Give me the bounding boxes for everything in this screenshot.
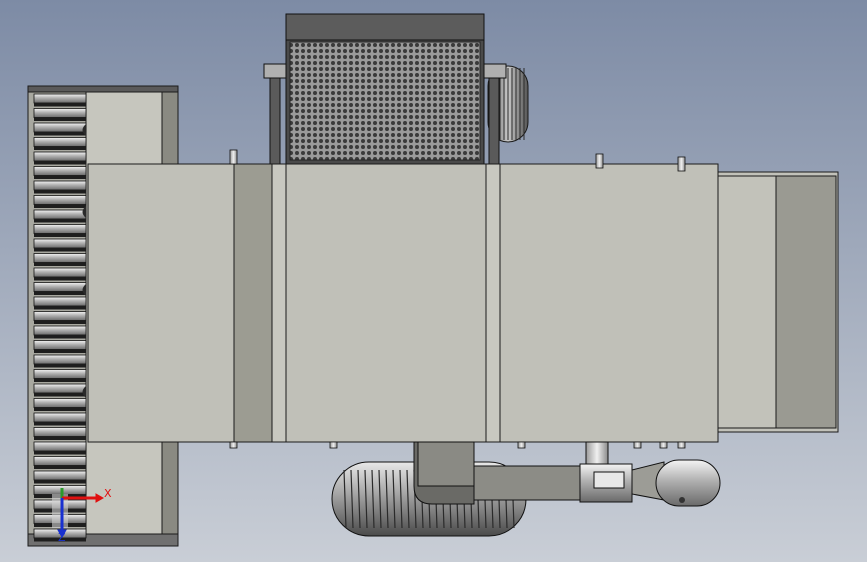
hopper[interactable]: [285, 13, 485, 165]
comb-tooth: [33, 108, 87, 118]
bottom-pin: [633, 441, 642, 449]
comb-tooth: [33, 383, 87, 394]
comb-gap: [34, 175, 86, 179]
comb-gap: [34, 407, 86, 411]
comb-tooth: [33, 180, 87, 191]
comb-gap: [34, 349, 86, 353]
bottom-pin: [659, 441, 668, 449]
comb-teeth: [33, 93, 87, 542]
bottom-pin: [229, 441, 238, 449]
comb-gap: [34, 146, 86, 150]
bottom-pin: [517, 441, 526, 449]
left-bracket: [263, 63, 287, 79]
axis-x-label: X: [104, 487, 112, 500]
right-bracket: [483, 63, 507, 79]
model-view[interactable]: [0, 0, 867, 562]
comb-gap: [34, 277, 86, 281]
comb-tooth: [33, 166, 87, 176]
top-pin: [677, 156, 686, 172]
comb-tooth: [33, 209, 87, 220]
motor-housing: [417, 441, 475, 487]
body-band: [233, 163, 273, 443]
comb-tooth: [33, 398, 87, 408]
comb-gap: [34, 117, 86, 121]
discharge-chute[interactable]: [717, 171, 839, 433]
comb-gap: [34, 451, 86, 455]
comb-gap: [34, 190, 86, 194]
comb-tooth: [33, 238, 87, 249]
comb-tooth: [33, 427, 87, 437]
body-left-section: [87, 163, 235, 443]
comb-gap: [34, 306, 86, 310]
comb-gap: [34, 161, 86, 165]
comb-tooth: [33, 282, 87, 292]
comb-gap: [34, 436, 86, 440]
comb-tooth: [33, 267, 87, 278]
comb-tooth: [33, 122, 87, 133]
comb-gap: [34, 233, 86, 237]
belt-arm: [473, 465, 593, 501]
body-center-section: [285, 163, 487, 443]
comb-gap: [34, 465, 86, 469]
comb-tooth: [33, 340, 87, 350]
cad-viewport[interactable]: X Z: [0, 0, 867, 562]
comb-tooth: [33, 151, 87, 162]
comb-tooth: [33, 354, 87, 365]
comb-top-cap: [27, 85, 179, 93]
comb-gap: [34, 248, 86, 252]
drive-rod: [585, 441, 609, 467]
comb-tooth: [33, 296, 87, 307]
comb-gap: [34, 103, 86, 107]
comb-gap: [34, 480, 86, 484]
hopper-top-band: [285, 13, 485, 41]
top-pin: [229, 149, 238, 165]
comb-tooth: [33, 137, 87, 147]
main-body[interactable]: [87, 149, 719, 449]
body-divider-left: [271, 163, 287, 443]
comb-tooth: [33, 412, 87, 423]
bottom-pin: [677, 441, 686, 449]
bottom-pin: [329, 441, 338, 449]
pulley-wheel: [655, 459, 721, 507]
top-pin: [595, 153, 604, 169]
comb-gap: [34, 320, 86, 324]
clamp-slot: [593, 471, 625, 489]
comb-tooth: [33, 195, 87, 205]
comb-gap: [34, 393, 86, 397]
comb-tooth: [33, 253, 87, 263]
body-right-section: [499, 163, 719, 443]
comb-gap: [34, 204, 86, 208]
comb-tooth: [33, 311, 87, 321]
comb-gap: [34, 422, 86, 426]
comb-gap: [34, 364, 86, 368]
pulley-hub: [679, 497, 685, 503]
comb-tooth: [33, 369, 87, 379]
comb-gap: [34, 132, 86, 136]
chute-inner: [775, 175, 837, 429]
comb-tooth: [33, 470, 87, 481]
body-divider-right: [485, 163, 501, 443]
comb-gap: [34, 291, 86, 295]
hopper-mesh: [289, 41, 481, 161]
comb-tooth: [33, 456, 87, 466]
comb-tooth: [33, 224, 87, 234]
comb-tooth: [33, 325, 87, 336]
comb-tooth: [33, 485, 87, 495]
comb-gap: [34, 335, 86, 339]
comb-gap: [34, 378, 86, 382]
comb-tooth: [33, 93, 87, 104]
comb-gap: [34, 219, 86, 223]
comb-gap: [34, 262, 86, 266]
axis-z-label: Z: [58, 531, 66, 544]
comb-tooth: [33, 441, 87, 452]
